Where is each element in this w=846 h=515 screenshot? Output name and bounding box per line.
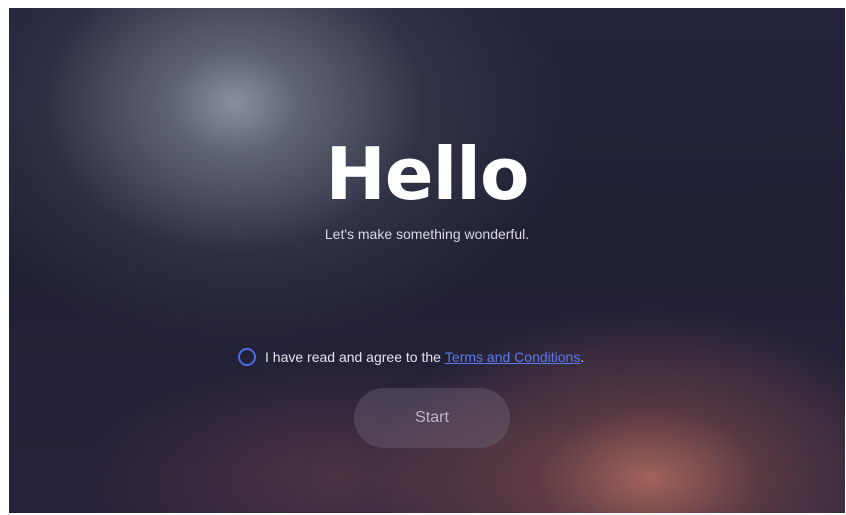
welcome-screen: Hello Let's make something wonderful. I … — [9, 8, 845, 513]
page-subtitle: Let's make something wonderful. — [324, 226, 530, 242]
terms-suffix: . — [580, 349, 585, 365]
terms-agreement: I have read and agree to the Terms and C… — [238, 345, 584, 369]
terms-prefix: I have read and agree to the — [265, 349, 441, 365]
radio-unchecked-icon[interactable] — [238, 348, 256, 366]
start-button[interactable]: Start — [354, 388, 510, 448]
page-title: Hello — [325, 132, 530, 216]
terms-link[interactable]: Terms and Conditions — [445, 349, 580, 365]
